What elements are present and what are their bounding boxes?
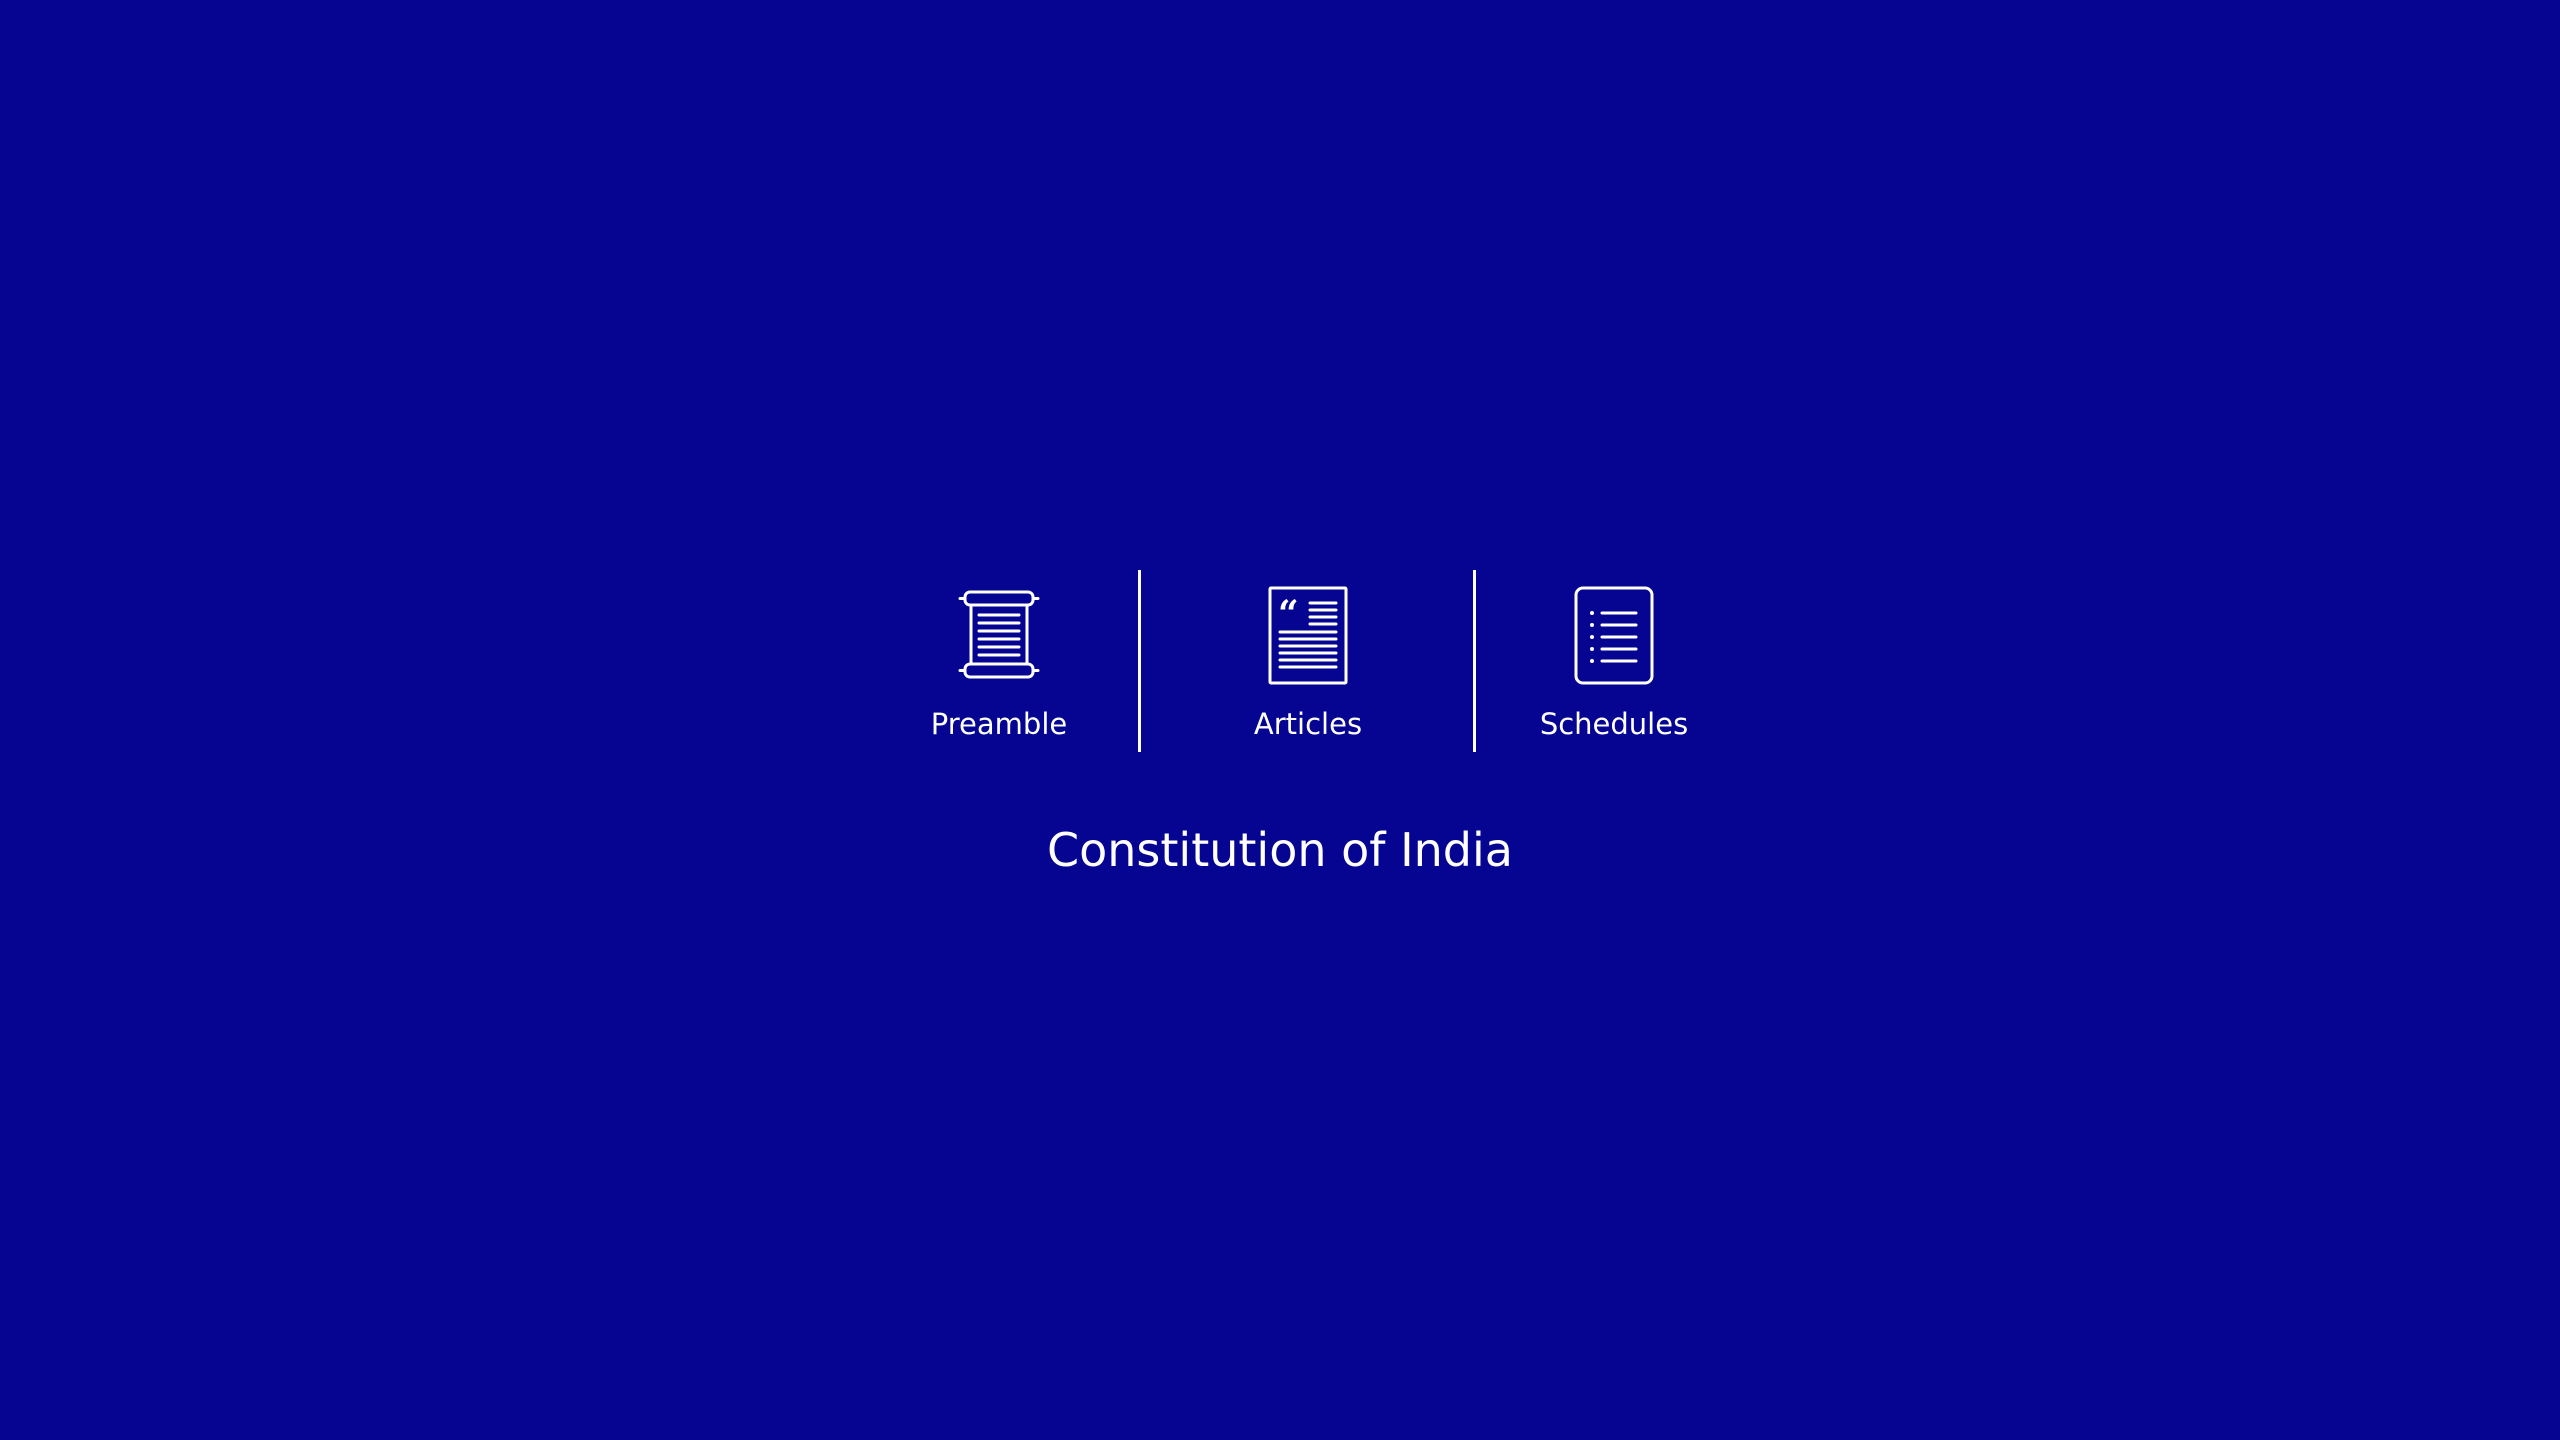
- nav-item-schedules[interactable]: Schedules: [1484, 570, 1744, 752]
- divider: [1473, 570, 1476, 752]
- nav-item-articles[interactable]: “ Articles: [1178, 570, 1438, 752]
- nav-item-label: Articles: [1253, 707, 1363, 741]
- scroll-icon: [958, 590, 1040, 679]
- section-nav: Preamble “ Articles Schedules: [0, 570, 2560, 752]
- list-document-icon: [1574, 586, 1654, 685]
- nav-item-label: Schedules: [1539, 707, 1689, 741]
- nav-item-label: Preamble: [930, 707, 1068, 741]
- page-title: Constitution of India: [1047, 823, 1513, 877]
- svg-text:“: “: [1278, 593, 1299, 635]
- nav-item-preamble[interactable]: Preamble: [869, 570, 1129, 752]
- divider: [1138, 570, 1141, 752]
- page: Preamble “ Articles Schedules Constituti…: [0, 0, 2560, 1440]
- quote-document-icon: “: [1268, 586, 1348, 685]
